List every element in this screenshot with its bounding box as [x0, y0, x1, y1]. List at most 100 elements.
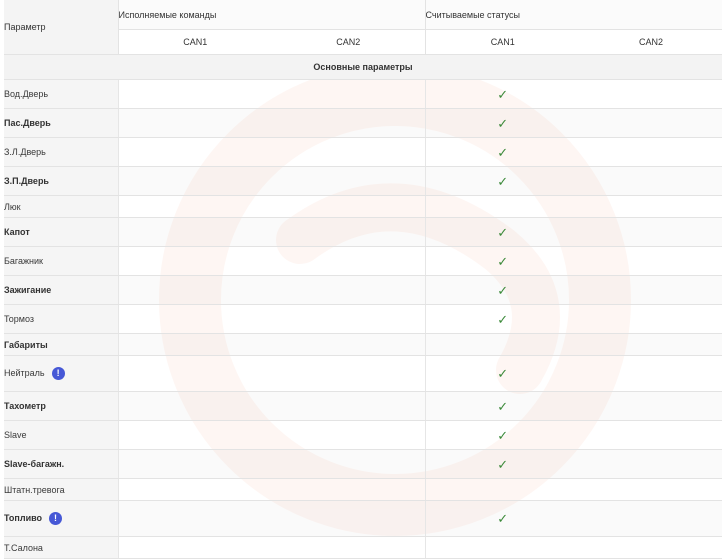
cmd-can1-cell	[118, 195, 272, 218]
status-can1-cell: ✓	[425, 108, 580, 138]
check-icon: ✓	[497, 86, 509, 102]
status-can2-cell	[580, 217, 722, 247]
info-icon[interactable]: !	[51, 367, 65, 380]
param-name: З.П.Дверь	[4, 176, 49, 186]
cmd-can2-cell	[272, 355, 426, 392]
cmd-can2-cell	[272, 478, 426, 501]
cmd-can2-header: CAN2	[272, 29, 426, 55]
param-name-cell: Габариты	[4, 333, 119, 356]
cmd-can1-cell	[118, 217, 272, 247]
status-can2-cell	[580, 449, 722, 479]
param-name: Люк	[4, 201, 21, 212]
status-can2-cell	[580, 166, 722, 196]
param-name: Топливо	[4, 512, 43, 523]
table-row: Штатн.тревога	[4, 478, 722, 501]
check-icon: ✓	[497, 311, 509, 327]
status-can2-cell	[580, 478, 722, 501]
status-can1-cell: ✓	[425, 217, 580, 247]
check-icon: ✓	[497, 456, 509, 472]
param-name-cell: Тахометр	[4, 391, 119, 421]
table-row: Slave ✓	[4, 420, 722, 450]
cmd-can2-cell	[272, 108, 426, 138]
param-name-cell: Люк	[4, 195, 119, 218]
parameters-table: Параметр Исполняемые команды Считываемые…	[4, 0, 722, 559]
status-can2-cell	[580, 195, 722, 218]
statuses-group-header: Считываемые статусы	[425, 0, 722, 30]
cmd-can1-cell	[118, 478, 272, 501]
cmd-can2-cell	[272, 333, 426, 356]
status-can2-cell	[580, 420, 722, 450]
param-name-cell: Вод.Дверь	[4, 79, 119, 109]
cmd-can1-cell	[118, 500, 272, 537]
table-row: Люк	[4, 195, 722, 218]
table-row: З.П.Дверь ✓	[4, 166, 722, 196]
table-row: Тахометр ✓	[4, 391, 722, 421]
cmd-can1-header: CAN1	[118, 29, 272, 55]
cmd-can1-cell	[118, 355, 272, 392]
cmd-can2-cell	[272, 137, 426, 167]
param-name-cell: Топливо!	[4, 500, 119, 537]
check-icon: ✓	[497, 173, 509, 189]
cmd-can2-cell	[272, 275, 426, 305]
cmd-can1-cell	[118, 391, 272, 421]
cmd-can1-cell	[118, 333, 272, 356]
param-name-cell: Slave-багажн.	[4, 449, 119, 479]
status-can1-cell: ✓	[425, 500, 580, 537]
cmd-can2-cell	[272, 500, 426, 537]
table-row: З.Л.Дверь ✓	[4, 137, 722, 167]
param-name: З.Л.Дверь	[4, 147, 46, 157]
table-row: Габариты	[4, 333, 722, 356]
section-title: Основные параметры	[4, 54, 722, 80]
table-row: Багажник ✓	[4, 246, 722, 276]
check-icon: ✓	[497, 366, 509, 381]
cmd-can2-cell	[272, 304, 426, 334]
check-icon: ✓	[497, 253, 509, 269]
cmd-can1-cell	[118, 166, 272, 196]
status-can1-cell: ✓	[425, 304, 580, 334]
status-can1-cell	[425, 536, 580, 559]
cmd-can1-cell	[118, 79, 272, 109]
param-name-cell: Капот	[4, 217, 119, 247]
status-can2-cell	[580, 500, 722, 537]
cmd-can1-cell	[118, 449, 272, 479]
param-name: Пас.Дверь	[4, 118, 51, 128]
param-name: Нейтраль	[4, 367, 45, 378]
check-icon: ✓	[497, 427, 509, 443]
param-name-cell: Зажигание	[4, 275, 119, 305]
table-row: Вод.Дверь ✓	[4, 79, 722, 109]
status-can1-cell: ✓	[425, 391, 580, 421]
status-can2-cell	[580, 355, 722, 392]
status-can2-cell	[580, 108, 722, 138]
info-icon[interactable]: !	[49, 512, 63, 525]
param-name: Капот	[4, 227, 30, 237]
table-row: Капот ✓	[4, 217, 722, 247]
status-can2-cell	[580, 137, 722, 167]
cmd-can1-cell	[118, 420, 272, 450]
status-can2-cell	[580, 246, 722, 276]
status-can2-cell	[580, 304, 722, 334]
status-can2-cell	[580, 536, 722, 559]
cmd-can2-cell	[272, 246, 426, 276]
cmd-can1-cell	[118, 275, 272, 305]
status-can2-cell	[580, 79, 722, 109]
table-row: Slave-багажн. ✓	[4, 449, 722, 479]
table-row: Тормоз ✓	[4, 304, 722, 334]
cmd-can2-cell	[272, 391, 426, 421]
param-name-cell: Багажник	[4, 246, 119, 276]
status-can1-cell: ✓	[425, 275, 580, 305]
status-can1-cell: ✓	[425, 166, 580, 196]
status-can1-header: CAN1	[425, 29, 580, 55]
param-name: Багажник	[4, 256, 43, 266]
cmd-can2-cell	[272, 79, 426, 109]
param-name: Slave	[4, 430, 27, 440]
param-name: Габариты	[4, 339, 48, 350]
table-row: Зажигание ✓	[4, 275, 722, 305]
param-name: Slave-багажн.	[4, 459, 65, 469]
status-can1-cell	[425, 333, 580, 356]
status-can1-cell: ✓	[425, 137, 580, 167]
cmd-can2-cell	[272, 166, 426, 196]
cmd-can2-cell	[272, 536, 426, 559]
param-name-cell: З.Л.Дверь	[4, 137, 119, 167]
cmd-can1-cell	[118, 536, 272, 559]
param-name-cell: Slave	[4, 420, 119, 450]
